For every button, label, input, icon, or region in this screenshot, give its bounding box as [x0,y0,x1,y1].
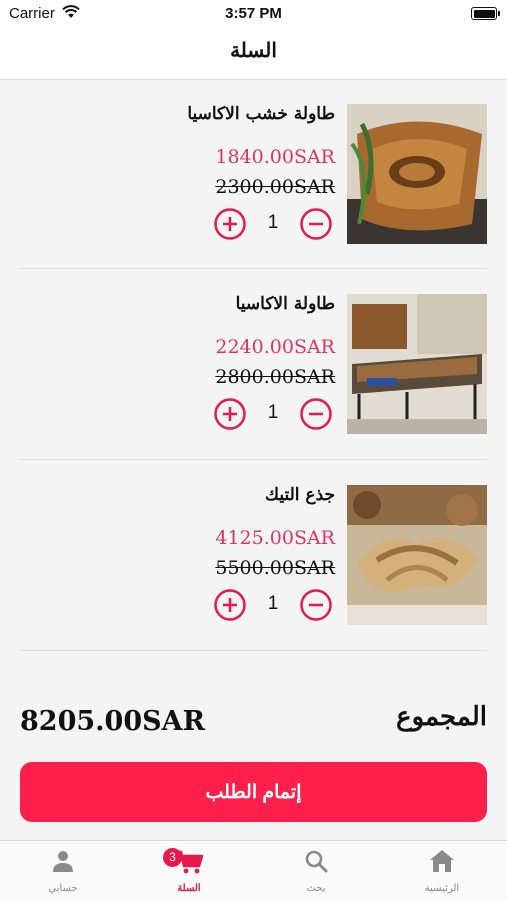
decrease-quantity-button[interactable] [300,589,332,621]
item-divider [20,459,487,460]
item-price: 2240.00SAR [215,336,335,358]
tab-label: بحث [306,883,326,894]
item-divider [20,268,487,269]
item-divider [20,650,487,651]
status-bar: Carrier 3:57 PM [0,0,507,28]
quantity-value: 1 [267,402,279,423]
tab-bar: حسابي 3 السلة بحث الرئيسية [0,840,507,900]
total-value: 8205.00SAR [20,706,206,737]
increase-quantity-button[interactable] [214,589,246,621]
home-icon [430,850,454,872]
cart-item: طاولة الاكاسيا 2240.00SAR 2800.00SAR 1 [20,270,487,460]
increase-quantity-button[interactable] [214,208,246,240]
acacia-wood-table-photo [347,104,487,244]
total-label: المجموع [396,702,487,732]
item-name: جذع التيك [265,485,335,505]
battery-icon [471,7,500,20]
item-name: طاولة الاكاسيا [235,294,335,314]
quantity-value: 1 [267,212,279,233]
nav-bar: السلة [0,28,507,80]
status-time: 3:57 PM [225,5,282,22]
acacia-table-photo [347,294,487,434]
tab-home[interactable]: الرئيسية [379,841,505,900]
search-icon [305,850,328,873]
tab-search[interactable]: بحث [253,841,379,900]
item-price: 4125.00SAR [215,527,335,549]
decrease-quantity-button[interactable] [300,398,332,430]
item-old-price: 5500.00SAR [215,557,335,579]
tab-label: حسابي [48,883,78,894]
item-name: طاولة خشب الاكاسيا [187,104,335,124]
checkout-button[interactable]: إتمام الطلب [20,762,487,822]
item-old-price: 2800.00SAR [215,366,335,388]
cart-badge: 3 [163,848,182,867]
person-icon [53,851,73,872]
increase-quantity-button[interactable] [214,398,246,430]
checkout-button-label: إتمام الطلب [205,781,302,803]
tab-account[interactable]: حسابي [0,841,126,900]
decrease-quantity-button[interactable] [300,208,332,240]
tab-label: السلة [177,883,201,894]
quantity-value: 1 [267,593,279,614]
tab-label: الرئيسية [424,883,460,894]
item-old-price: 2300.00SAR [215,176,335,198]
page-title: السلة [230,38,277,62]
cart-item: طاولة خشب الاكاسيا 1840.00SAR 2300.00SAR… [20,80,487,270]
teak-trunk-photo [347,485,487,625]
cart-item: جذع التيك 4125.00SAR 5500.00SAR 1 [20,461,487,651]
item-price: 1840.00SAR [215,146,335,168]
tab-cart[interactable]: 3 السلة [126,841,252,900]
